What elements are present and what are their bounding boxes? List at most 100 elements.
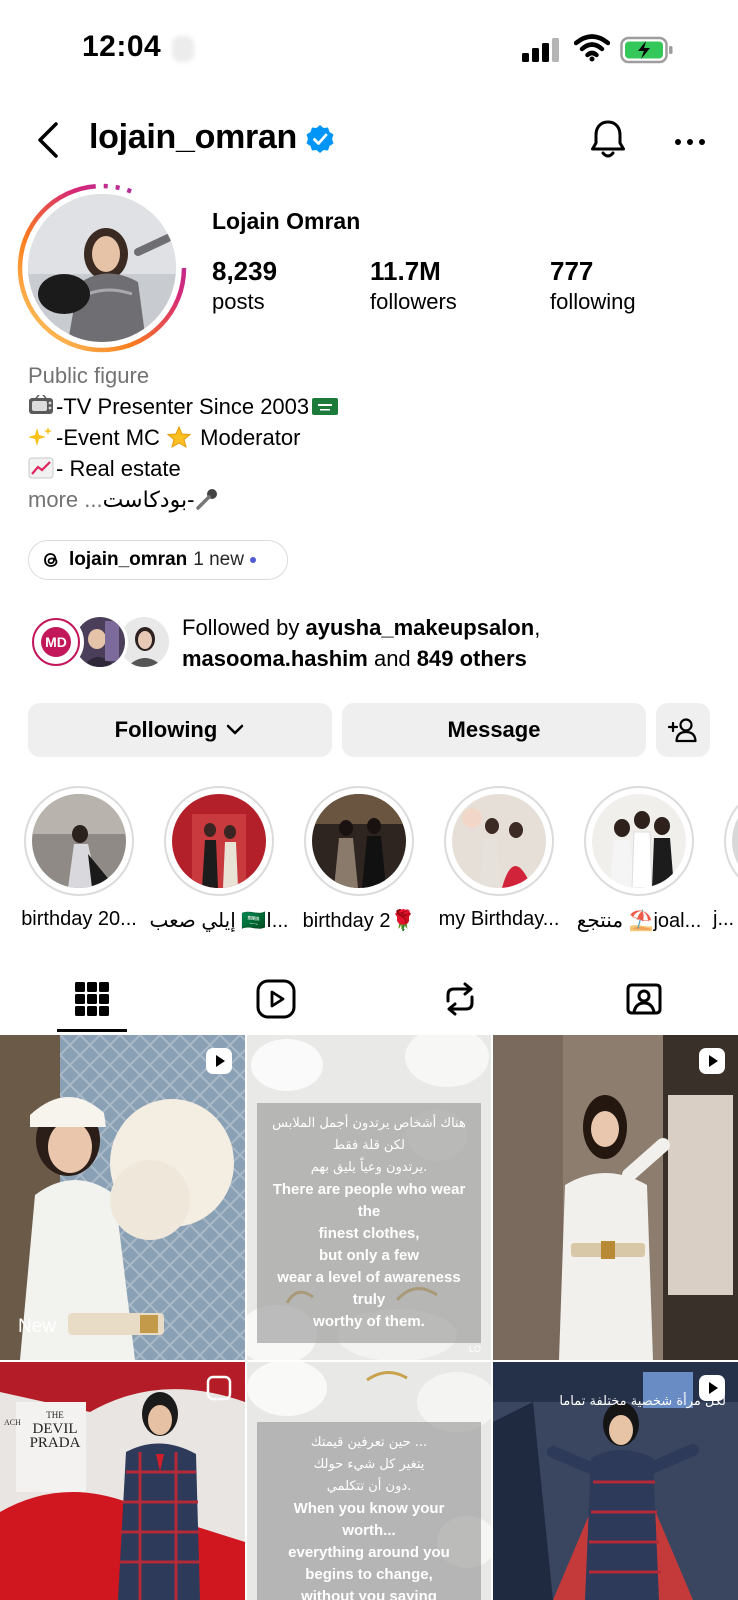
- more-options-icon[interactable]: [670, 122, 710, 162]
- highlight-item[interactable]: birthday 2🌹: [289, 786, 429, 933]
- followed-by-separator: ,: [534, 615, 541, 640]
- highlight-ring: [24, 786, 134, 896]
- post-quote-box: هناك أشخاص يرتدون أجمل الملابس لكن قلة ف…: [257, 1103, 481, 1343]
- followed-by-and: and: [367, 646, 417, 671]
- highlight-label: j...: [713, 908, 735, 930]
- post-tile[interactable]: New: [0, 1035, 245, 1360]
- verified-badge-icon: [306, 125, 334, 153]
- highlight-cover: [172, 794, 266, 888]
- tv-icon: [29, 395, 53, 414]
- message-button[interactable]: Message: [342, 703, 646, 757]
- followed-by-user-1[interactable]: ayusha_makeupsalon: [306, 615, 535, 640]
- sparkles-icon: [28, 427, 52, 446]
- highlight-cover: [732, 794, 738, 888]
- avatar-photo: [28, 194, 176, 342]
- highlight-label: birthday 2🌹: [302, 910, 416, 932]
- quote-en-3: but only a few: [318, 1247, 419, 1264]
- highlight-item[interactable]: my Birthday...: [429, 786, 569, 931]
- profile-avatar[interactable]: [16, 182, 188, 354]
- posts-label: posts: [212, 289, 265, 314]
- reel-indicator-icon: [699, 1048, 725, 1074]
- highlight-cover: [592, 794, 686, 888]
- stat-following[interactable]: 777 following: [550, 256, 636, 315]
- svg-text:MD: MD: [45, 634, 67, 650]
- stat-followers[interactable]: 11.7M followers: [370, 256, 457, 315]
- quote-en-4: wear a level of awareness truly: [277, 1269, 461, 1308]
- post-image: [0, 1035, 245, 1360]
- highlight-item[interactable]: birthday 20...: [9, 786, 149, 931]
- followed-by-user-2[interactable]: masooma.hashim: [182, 646, 368, 671]
- highlight-cover: [32, 794, 126, 888]
- post-tile[interactable]: ACH THE DEVIL PRADA: [0, 1362, 245, 1600]
- bio-text-1: -TV Presenter Since 2003: [56, 394, 310, 419]
- posts-grid: New هناك أشخاص يرتدون أجمل الملابس لكن ق…: [0, 1035, 738, 1600]
- watermark-tag: LO: [468, 1344, 481, 1354]
- post-quote-box: حين تعرفين قيمتك ... يتغير كل شيء حولك د…: [257, 1422, 481, 1600]
- star-icon: [166, 426, 192, 448]
- back-arrow-icon[interactable]: [32, 116, 64, 164]
- tagged-person-icon: [626, 983, 662, 1015]
- bio-more-link[interactable]: more ...: [28, 487, 103, 512]
- quote-en-2: finest clothes,: [318, 1225, 420, 1242]
- bio-text-2b: Moderator: [194, 425, 301, 450]
- quote-en-1: When you know your worth...: [293, 1500, 445, 1539]
- quote-ar-2: يتغير كل شيء حولك: [313, 1457, 425, 1472]
- suggested-users-button[interactable]: [656, 703, 710, 757]
- poster-brand-text: ACH: [4, 1418, 21, 1427]
- bio-line-4[interactable]: more ...بودكاست-: [28, 484, 708, 515]
- tab-reels[interactable]: [184, 965, 368, 1033]
- saudi-flag-icon: [312, 398, 339, 415]
- add-person-icon: [668, 718, 697, 743]
- highlight-item[interactable]: j...: [709, 786, 738, 931]
- status-time: 12:04: [82, 30, 162, 63]
- bio-text-4-arabic: بودكاست-: [102, 487, 195, 512]
- quote-ar-3: يرتدون وعياً يليق بهم.: [310, 1160, 428, 1175]
- highlight-item[interactable]: منتجع ⛱️joal...: [569, 786, 709, 933]
- bio-text-2a: -Event MC: [56, 425, 167, 450]
- new-post-label: New: [18, 1316, 57, 1337]
- highlight-ring: [444, 786, 554, 896]
- microphone-icon: [196, 489, 218, 510]
- reels-icon: [256, 979, 296, 1019]
- tab-reposts[interactable]: [368, 965, 552, 1033]
- threads-new-dot: [249, 557, 256, 563]
- highlight-ring: [304, 786, 414, 896]
- threads-new-badge: 1 new: [193, 549, 244, 570]
- profile-header: lojain_omran: [0, 110, 738, 174]
- threads-logo-icon: [44, 553, 58, 567]
- highlight-label: منتجع ⛱️joal...: [576, 910, 702, 932]
- highlight-cover: [312, 794, 406, 888]
- posts-count: 8,239: [212, 256, 278, 286]
- battery-charging-icon: [620, 36, 673, 64]
- threads-handle: lojain_omran: [69, 549, 188, 570]
- status-blurred-indicator: [172, 36, 194, 62]
- active-tab-indicator: [57, 1029, 127, 1032]
- threads-profile-link[interactable]: lojain_omran 1 new: [28, 540, 288, 580]
- notifications-bell-icon[interactable]: [586, 116, 630, 164]
- followed-by-others[interactable]: 849 others: [417, 646, 527, 671]
- profile-bio: Public figure -TV Presenter Since 2003 -…: [28, 360, 708, 515]
- status-bar: 12:04: [0, 0, 738, 100]
- grid-icon: [75, 982, 109, 1016]
- post-tile[interactable]: حين تعرفين قيمتك ... يتغير كل شيء حولك د…: [247, 1362, 491, 1600]
- poster-line-1: THE: [46, 1410, 64, 1420]
- chevron-down-icon: [227, 724, 244, 735]
- post-tile[interactable]: [493, 1035, 738, 1360]
- stat-posts[interactable]: 8,239 posts: [212, 256, 277, 315]
- following-button[interactable]: Following: [28, 703, 332, 757]
- story-highlights: birthday 20... إيلي صعب 🇸🇦ا... birthday …: [0, 786, 738, 936]
- followed-by-text: Followed by ayusha_makeupsalon, masooma.…: [182, 612, 738, 674]
- wifi-icon: [574, 34, 610, 62]
- quote-en-3: begins to change,: [305, 1566, 433, 1583]
- reel-indicator-icon: [699, 1375, 725, 1401]
- quote-en-2: everything around you: [288, 1544, 450, 1561]
- carousel-indicator-icon: [206, 1375, 232, 1401]
- highlight-item[interactable]: إيلي صعب 🇸🇦ا...: [149, 786, 289, 933]
- followed-by-prefix: Followed by: [182, 615, 306, 640]
- followed-by[interactable]: MD Followed by ayusha_makeupsalon, masoo…: [28, 612, 728, 676]
- tab-tagged[interactable]: [552, 965, 736, 1033]
- tab-posts-grid[interactable]: [0, 965, 184, 1033]
- post-tile[interactable]: لكل مرأة شخصية مختلفة تماما: [493, 1362, 738, 1600]
- post-tile[interactable]: هناك أشخاص يرتدون أجمل الملابس لكن قلة ف…: [247, 1035, 491, 1360]
- quote-en-4: without you saying: [301, 1588, 437, 1600]
